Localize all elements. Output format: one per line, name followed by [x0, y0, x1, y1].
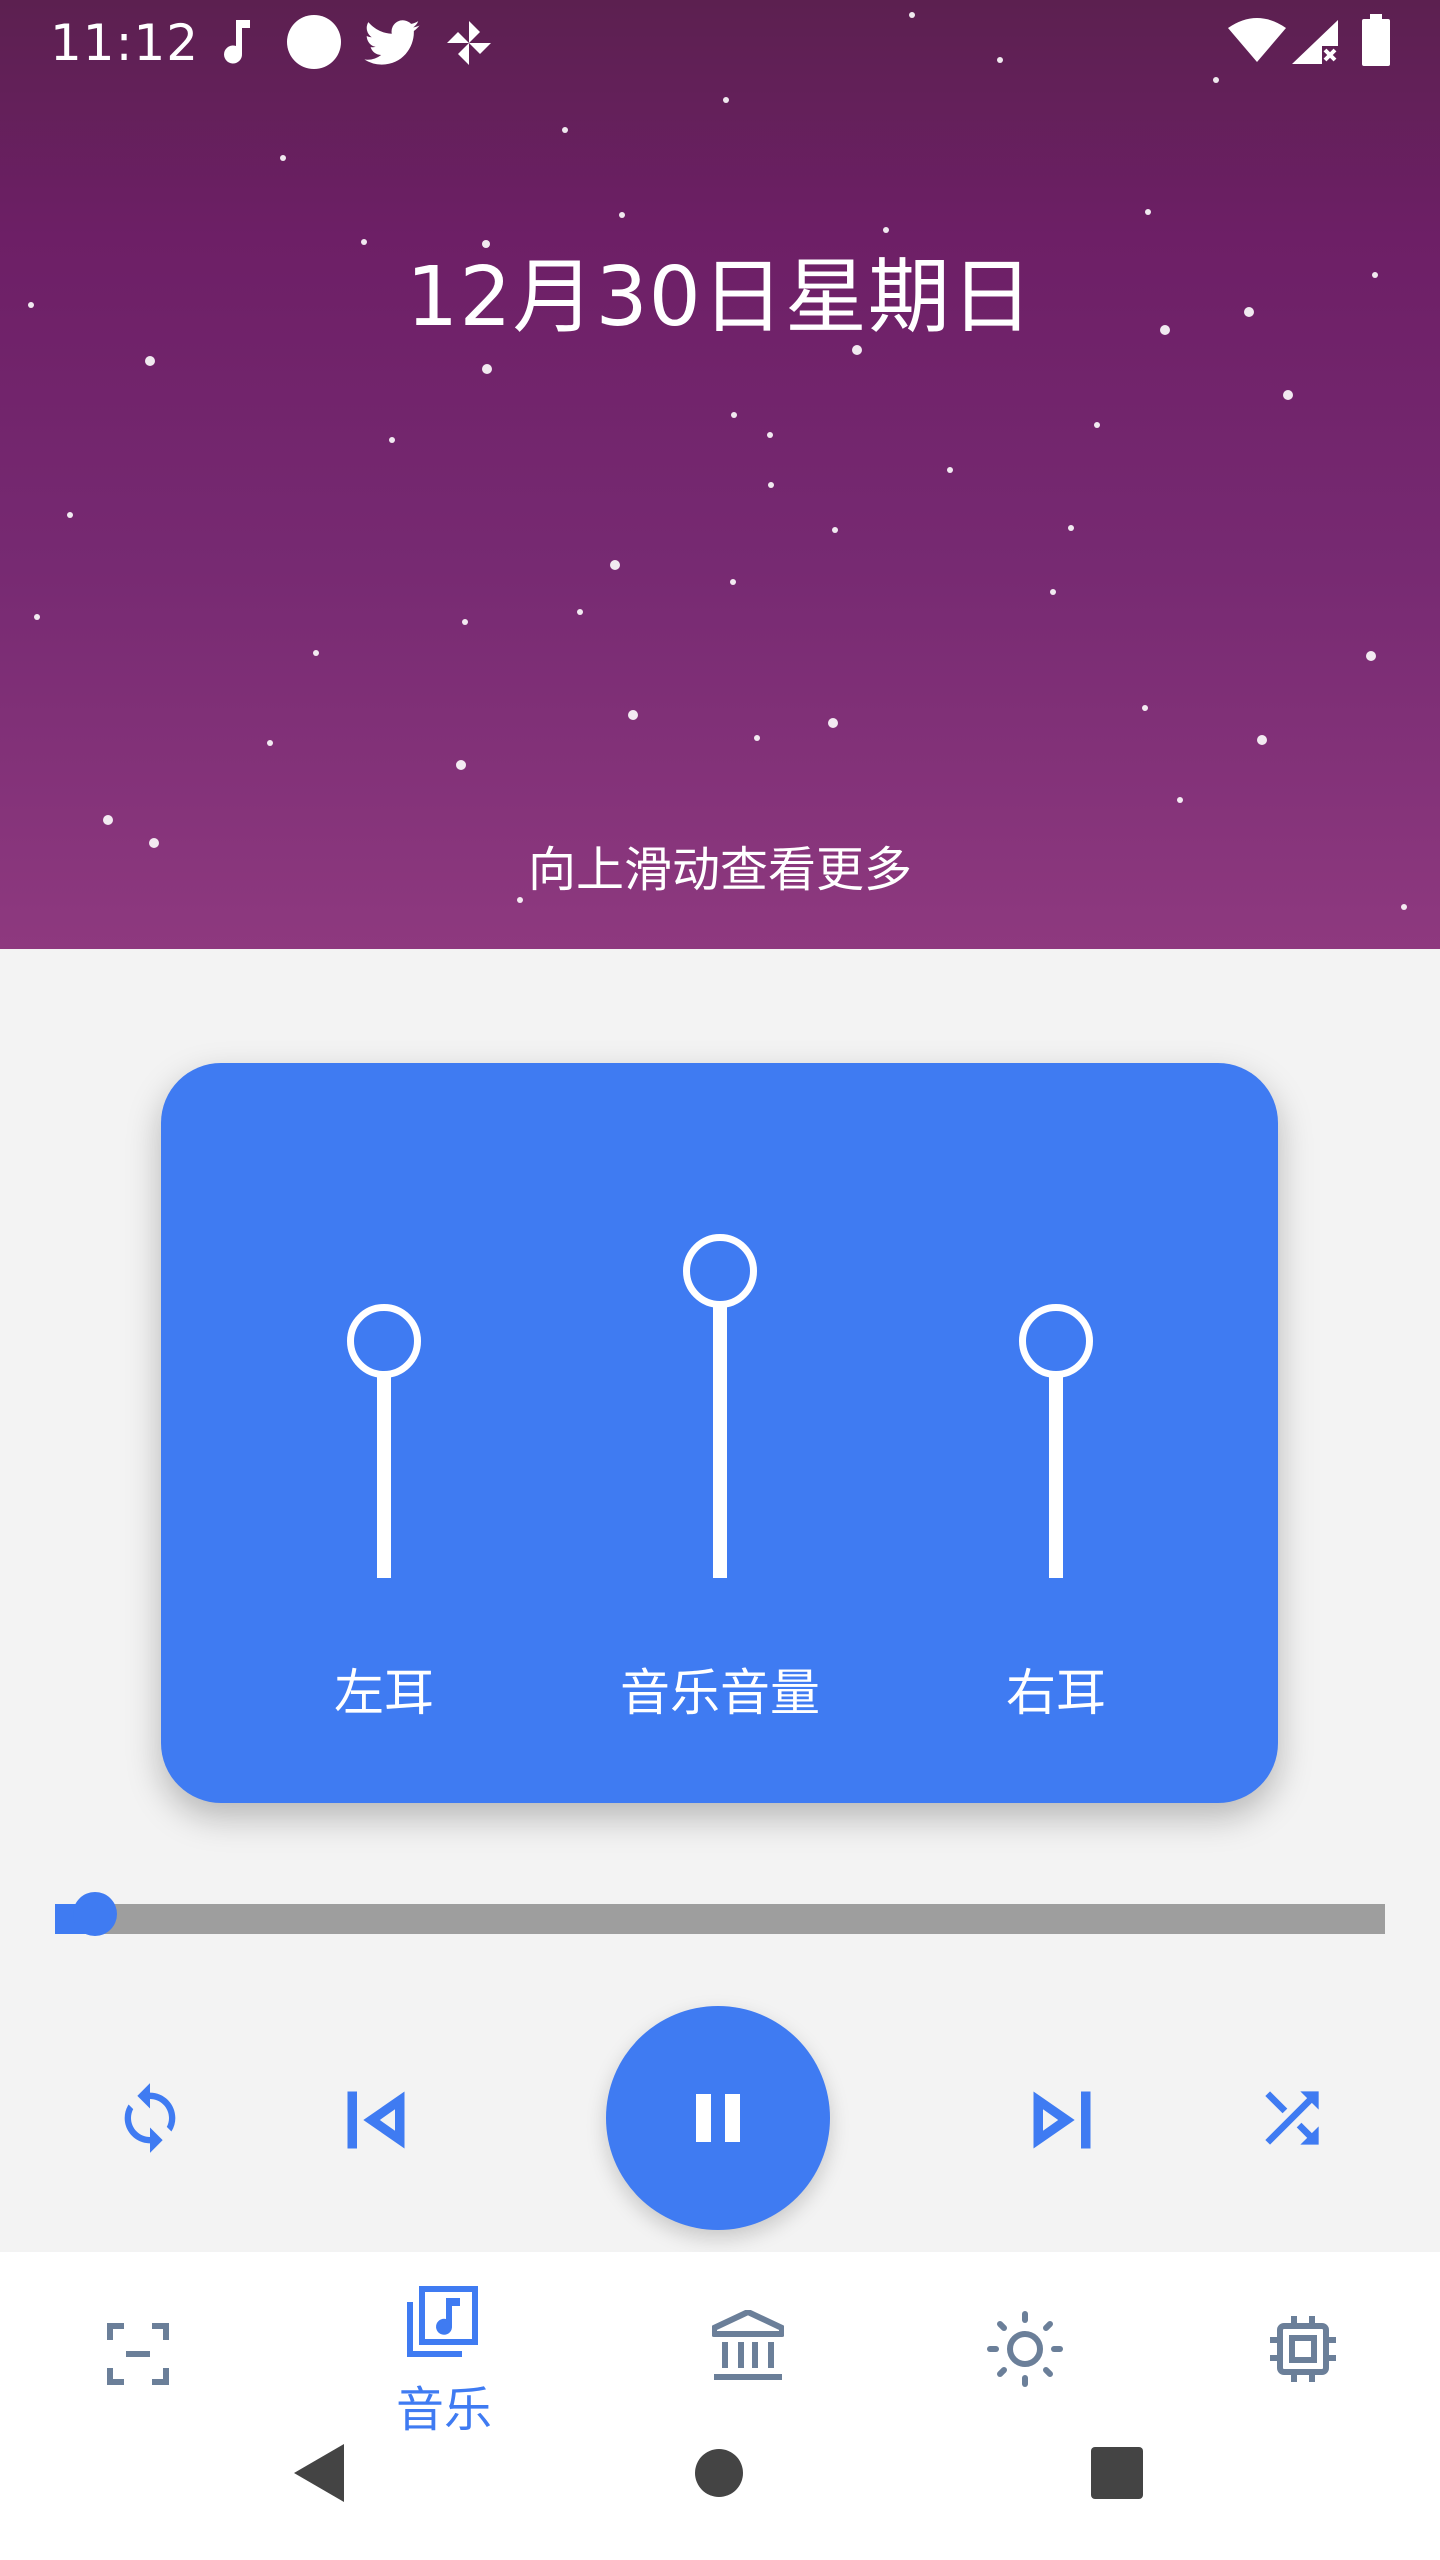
right-ear-slider-track[interactable] — [1049, 1365, 1063, 1578]
pinwheel-icon — [447, 21, 491, 65]
equalizer-card: 左耳 音乐音量 右耳 — [161, 1063, 1278, 1803]
music-volume-slider-track[interactable] — [713, 1295, 727, 1578]
recents-icon[interactable] — [1090, 2446, 1144, 2500]
music-library-icon — [407, 2286, 478, 2357]
wifi-icon — [1228, 18, 1286, 62]
swipe-up-hint: 向上滑动查看更多 — [527, 842, 912, 898]
back-icon[interactable] — [290, 2442, 346, 2504]
lockscreen-date: 12月30日星期日 — [406, 250, 1034, 345]
left-ear-slider-knob[interactable] — [347, 1304, 421, 1378]
circle-icon — [287, 15, 341, 69]
crop-free-icon[interactable] — [106, 2322, 170, 2386]
pause-icon — [696, 2094, 740, 2142]
chip-icon[interactable] — [1268, 2314, 1338, 2384]
music-volume-label: 音乐音量 — [620, 1664, 820, 1722]
twitter-icon — [364, 20, 420, 65]
right-ear-label: 右耳 — [1006, 1664, 1106, 1722]
repeat-icon[interactable] — [112, 2078, 188, 2158]
left-ear-slider-track[interactable] — [377, 1365, 391, 1578]
music-note-icon — [224, 20, 250, 64]
starfield-background — [28, 12, 1407, 910]
cellular-no-signal-icon — [1292, 20, 1338, 64]
system-navigation-bar — [0, 2430, 1440, 2530]
battery-icon — [1362, 14, 1390, 66]
music-volume-slider-knob[interactable] — [683, 1234, 757, 1308]
lockscreen-header: 11:12 12月30日星期日 向上滑动查看更多 — [0, 0, 1440, 949]
left-ear-label: 左耳 — [334, 1664, 434, 1722]
status-time: 11:12 — [50, 14, 200, 72]
skip-previous-icon[interactable] — [338, 2082, 414, 2158]
skip-next-icon[interactable] — [1024, 2082, 1100, 2158]
playback-progress-thumb[interactable] — [72, 1892, 117, 1936]
playback-progress-bar[interactable] — [55, 1892, 1385, 1936]
bank-icon[interactable] — [712, 2310, 784, 2384]
right-ear-slider-knob[interactable] — [1019, 1304, 1093, 1378]
pause-button[interactable] — [606, 2006, 830, 2230]
brightness-icon[interactable] — [986, 2310, 1064, 2388]
shuffle-icon[interactable] — [1252, 2078, 1332, 2158]
home-icon[interactable] — [694, 2448, 744, 2498]
status-bar: 11:12 — [0, 0, 1440, 84]
